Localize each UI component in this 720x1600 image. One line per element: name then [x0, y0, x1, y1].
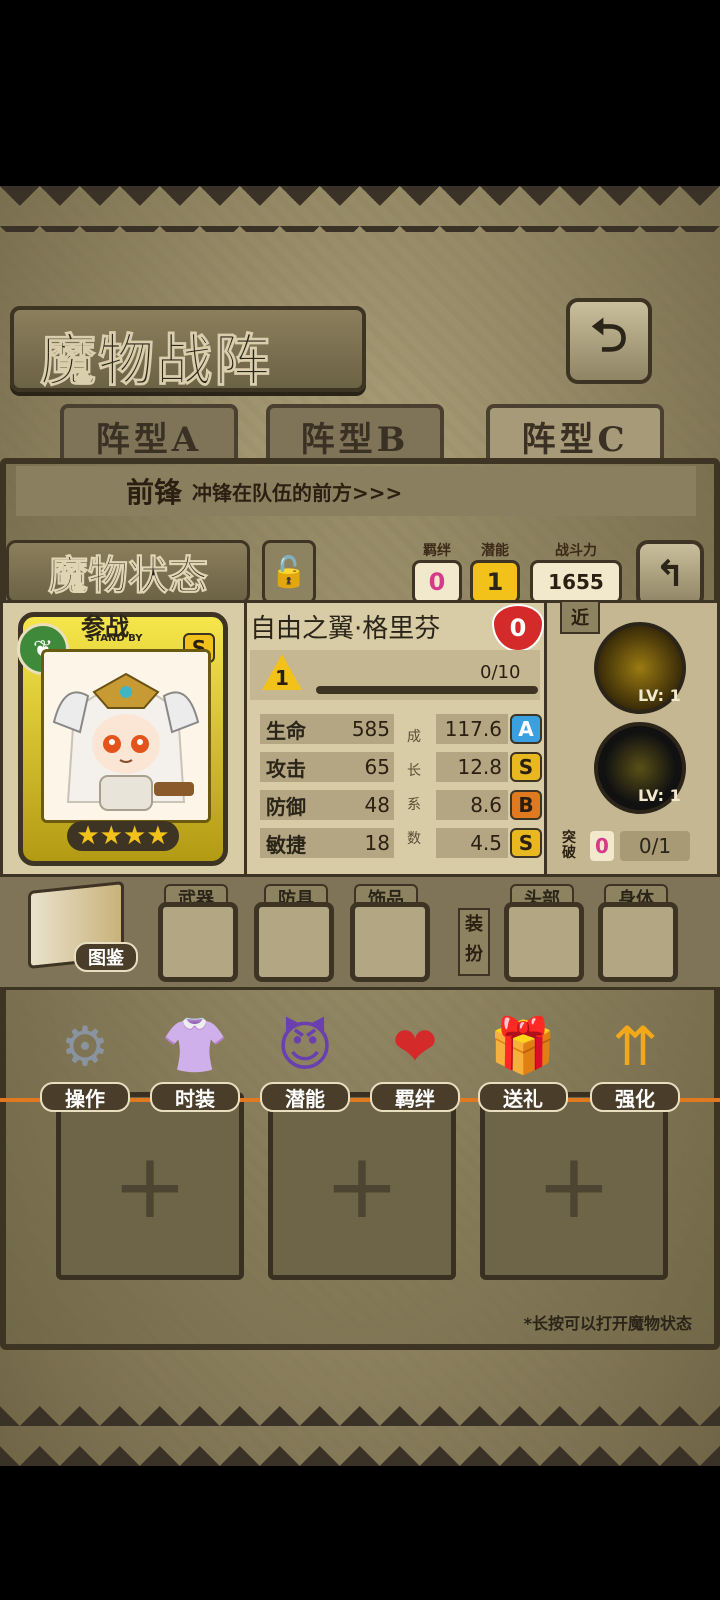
- codex-button[interactable]: 图鉴: [28, 880, 138, 972]
- return-icon: ⮌: [590, 308, 628, 362]
- grade-badge: A: [510, 714, 542, 744]
- range-tag: 近: [560, 600, 600, 634]
- growth-value: 4.5: [436, 828, 508, 858]
- action-label: 送礼: [478, 1082, 568, 1112]
- breakthrough-row: 突破 0 0/1: [562, 826, 702, 866]
- formation-title-plate: 魔物战阵: [10, 306, 366, 395]
- star-rating: ★★★★: [67, 821, 179, 851]
- power-badge: 战斗力 1655: [530, 540, 622, 604]
- plus-icon: +: [112, 1133, 188, 1239]
- codex-label: 图鉴: [74, 942, 138, 972]
- plus-icon: +: [324, 1133, 400, 1239]
- potential-badge: 潜能 1: [470, 540, 520, 604]
- action-label: 羁绊: [370, 1082, 460, 1112]
- monster-status-panel: 魔物状态 🔓 羁绊 0 潜能 1 战斗力 1655 ↰ ❦ 参战 STAND B…: [0, 540, 720, 990]
- return-arrow-icon: ↰: [654, 553, 686, 595]
- heart-count: 0: [509, 614, 527, 642]
- growth-value: 12.8: [436, 752, 508, 782]
- status-back-button[interactable]: ↰: [636, 540, 704, 608]
- empty-slot-1[interactable]: +: [56, 1092, 244, 1280]
- up-arrows-icon: ⇈: [612, 1014, 658, 1078]
- exp-bar: [316, 686, 538, 694]
- bond-value: 0: [412, 560, 462, 604]
- action-label: 潜能: [260, 1082, 350, 1112]
- weapon-slot[interactable]: [158, 902, 238, 982]
- outfit-label: 装扮: [458, 908, 490, 976]
- page-title: 魔物战阵: [40, 328, 272, 395]
- tab-formation-a[interactable]: 阵型A: [60, 404, 238, 464]
- monster-portrait-card[interactable]: ❦ 参战 STAND BY S ★★★★: [17, 612, 228, 866]
- back-button[interactable]: ⮌: [566, 298, 652, 384]
- shadow-demon-icon: 😈: [276, 1014, 334, 1078]
- action-outfit-button[interactable]: 👚 时装: [150, 1010, 240, 1112]
- armor-slot[interactable]: [254, 902, 334, 982]
- action-gift-button[interactable]: 🎁 送礼: [478, 1010, 568, 1112]
- breakthrough-label: 突破: [562, 830, 576, 861]
- role-description: 冲锋在队伍的前方>>>: [192, 480, 403, 505]
- grade-badge: B: [510, 790, 542, 820]
- bottom-border: [0, 1406, 720, 1466]
- potential-value: 1: [470, 560, 520, 604]
- role-banner: 前锋 冲锋在队伍的前方>>>: [16, 466, 696, 516]
- stat-value: 585: [334, 714, 394, 744]
- monster-image: [41, 649, 211, 823]
- growth-char: 系: [407, 797, 421, 813]
- growth-value: 8.6: [436, 790, 508, 820]
- plus-icon: +: [536, 1133, 612, 1239]
- clothes-icon: 👚: [161, 1014, 229, 1077]
- status-title: 魔物状态: [6, 540, 250, 604]
- stat-value: 48: [334, 790, 394, 820]
- empty-slot-3[interactable]: +: [480, 1092, 668, 1280]
- stat-label: 攻击: [260, 752, 334, 782]
- action-label: 时装: [150, 1082, 240, 1112]
- growth-value: 117.6: [436, 714, 508, 744]
- breakthrough-value: 0: [590, 831, 614, 861]
- growth-char: 成: [407, 729, 421, 745]
- grade-badge: S: [510, 828, 542, 858]
- tab-formation-b[interactable]: 阵型B: [266, 404, 444, 464]
- skill-1-level: LV: 1: [638, 686, 681, 705]
- potential-label: 潜能: [481, 543, 509, 559]
- bond-label: 羁绊: [423, 543, 451, 559]
- stat-value: 18: [334, 828, 394, 858]
- breakthrough-progress: 0/1: [620, 831, 690, 861]
- top-border: [0, 186, 720, 232]
- power-label: 战斗力: [555, 543, 597, 559]
- empty-slot-2[interactable]: +: [268, 1092, 456, 1280]
- gift-icon: 🎁: [489, 1014, 557, 1077]
- head-slot[interactable]: [504, 902, 584, 982]
- monster-name: 自由之翼·格里芬: [250, 613, 441, 644]
- standby-sub: STAND BY: [87, 633, 143, 644]
- stat-label: 敏捷: [260, 828, 334, 858]
- long-press-hint: *长按可以打开魔物状态: [523, 1314, 692, 1333]
- role-label: 前锋: [126, 476, 183, 509]
- action-enhance-button[interactable]: ⇈ 强化: [590, 1010, 680, 1112]
- accessory-slot[interactable]: [350, 902, 430, 982]
- gear-icon: ⚙: [60, 1014, 110, 1078]
- action-potential-button[interactable]: 😈 潜能: [260, 1010, 350, 1112]
- skill-1-button[interactable]: LV: 1: [594, 622, 686, 714]
- bond-badge: 羁绊 0: [412, 540, 462, 604]
- power-value: 1655: [530, 560, 622, 604]
- hearts-icon: ❤: [392, 1014, 438, 1078]
- skill-2-button[interactable]: LV: 1: [594, 722, 686, 814]
- skill-2-level: LV: 1: [638, 786, 681, 805]
- stat-label: 生命: [260, 714, 334, 744]
- padlock-icon: 🔓: [270, 554, 308, 590]
- stat-value: 65: [334, 752, 394, 782]
- tab-formation-c[interactable]: 阵型C: [486, 404, 664, 464]
- lock-button[interactable]: 🔓: [262, 540, 316, 604]
- action-label: 强化: [590, 1082, 680, 1112]
- growth-coefficient-label: 成 长 系 数: [406, 720, 422, 856]
- exp-text: 0/10: [480, 662, 521, 683]
- growth-char: 数: [407, 831, 421, 847]
- action-operate-button[interactable]: ⚙ 操作: [40, 1010, 130, 1112]
- action-label: 操作: [40, 1082, 130, 1112]
- body-slot[interactable]: [598, 902, 678, 982]
- level-value: 1: [275, 666, 289, 690]
- action-bond-button[interactable]: ❤ 羁绊: [370, 1010, 460, 1112]
- growth-char: 长: [407, 763, 421, 779]
- stat-label: 防御: [260, 790, 334, 820]
- grade-badge: S: [510, 752, 542, 782]
